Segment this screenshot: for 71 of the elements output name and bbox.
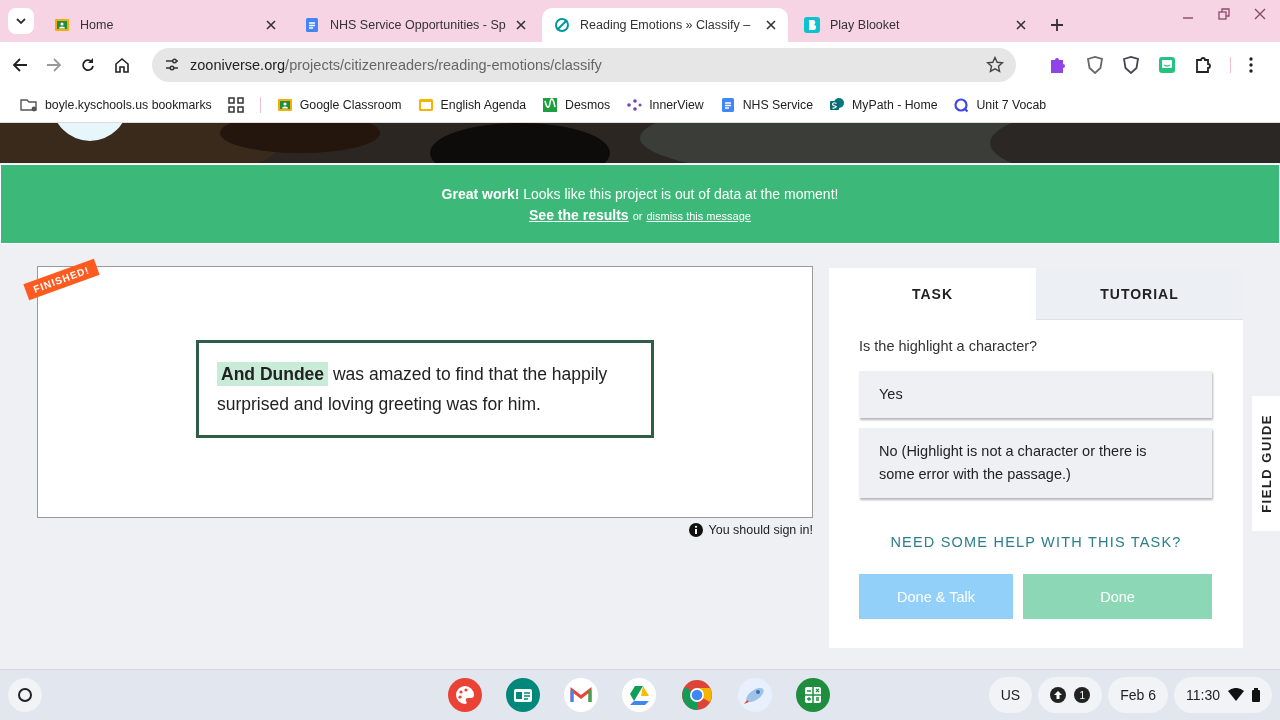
tab-title: Reading Emotions » Classify – (580, 18, 752, 32)
shield-icon[interactable] (1086, 56, 1104, 74)
extensions-icon[interactable] (1194, 56, 1212, 74)
chrome-icon[interactable] (680, 678, 714, 712)
or-text: or (632, 209, 643, 222)
bookmark-link[interactable]: NHS Service (719, 97, 814, 113)
field-guide-tab[interactable]: FIELD GUIDE (1252, 396, 1280, 531)
launcher-icon[interactable] (8, 678, 42, 712)
document-icon (304, 17, 320, 33)
tab-title: Home (80, 18, 115, 32)
bookmark-folder[interactable]: boyle.kyschools.us bookmarks (20, 97, 212, 113)
battery-icon (1252, 688, 1260, 702)
folder-icon (20, 97, 38, 113)
mail-icon[interactable] (564, 678, 598, 712)
new-tab-icon[interactable] (1050, 18, 1064, 32)
slides-icon (417, 97, 434, 113)
bookmark-link[interactable]: Desmos (542, 97, 611, 113)
close-icon[interactable] (266, 20, 276, 30)
restore-icon[interactable] (1218, 8, 1230, 20)
browser-tab[interactable]: Play Blooket (792, 8, 1038, 42)
calculator-icon[interactable] (796, 678, 830, 712)
info-icon (688, 523, 703, 537)
chevron-down-icon (16, 18, 26, 24)
keyboard-layout-button[interactable]: US (988, 677, 1033, 713)
notifications-button[interactable]: 1 (1038, 677, 1103, 713)
close-icon[interactable] (1016, 20, 1026, 30)
classroom-icon (54, 17, 70, 33)
graph-icon (542, 97, 559, 113)
sign-in-note: You should sign in! (708, 523, 813, 537)
menu-icon[interactable] (1249, 57, 1253, 73)
tab-title: NHS Service Opportunities - Sp (330, 18, 506, 32)
browser-tab[interactable]: Reading Emotions » Classify – (542, 8, 788, 42)
close-icon[interactable] (766, 20, 776, 30)
browser-tab[interactable]: Home (42, 8, 288, 42)
bookmark-link[interactable]: MyPath - Home (829, 97, 938, 113)
crossed-circle-icon (554, 17, 570, 33)
classroom-icon (276, 97, 293, 113)
answer-option[interactable]: Yes (859, 371, 1212, 418)
date-button[interactable]: Feb 6 (1108, 677, 1168, 713)
document-icon (719, 97, 736, 113)
bookmark-link[interactable]: Unit 7 Vocab (953, 97, 1047, 113)
wifi-icon (1228, 688, 1244, 702)
site-settings-icon[interactable] (164, 57, 180, 73)
apps-grid-icon[interactable] (227, 97, 244, 113)
task-question: Is the highlight a character? (859, 338, 1039, 354)
shield-icon[interactable] (1122, 56, 1140, 74)
palette-icon[interactable] (448, 678, 482, 712)
url-text: zooniverse.org/projects/citizenreaders/reading-emotions/classify (190, 57, 603, 73)
status-area-button[interactable]: 11:30 (1174, 677, 1272, 713)
passage-text: And Dundee was amazed to find that the happily surprised and loving greeting was for him. (196, 340, 654, 438)
id-card-icon[interactable] (506, 678, 540, 712)
tab-search-button[interactable] (8, 8, 34, 34)
sharepoint-icon (829, 97, 846, 113)
b-logo-icon (804, 17, 820, 33)
browser-tab[interactable]: NHS Service Opportunities - Sp (292, 8, 538, 42)
panel-tab[interactable]: TUTORIAL (1036, 268, 1243, 320)
bookmark-link[interactable]: Google Classroom (276, 97, 402, 113)
bookmark-link[interactable]: English Agenda (417, 97, 527, 113)
bookmark-link[interactable]: InnerView (626, 97, 704, 113)
tab-title: Play Blooket (830, 18, 901, 32)
close-icon[interactable] (516, 20, 526, 30)
star-icon[interactable] (986, 56, 1004, 74)
answer-option[interactable]: No (Highlight is not a character or there is some error with the passage.) (859, 428, 1212, 498)
address-bar[interactable]: zooniverse.org/projects/citizenreaders/reading-emotions/classify (152, 48, 1016, 82)
notice-text: Great work! Looks like this project is out of data at the moment! (441, 185, 839, 202)
upload-icon (1050, 687, 1067, 703)
help-link[interactable]: NEED SOME HELP WITH THIS TASK? (890, 534, 1182, 550)
dots-icon (626, 97, 643, 113)
home-icon[interactable] (112, 55, 132, 75)
triangle-drive-icon[interactable] (622, 678, 656, 712)
puzzle-icon[interactable] (1048, 55, 1068, 75)
